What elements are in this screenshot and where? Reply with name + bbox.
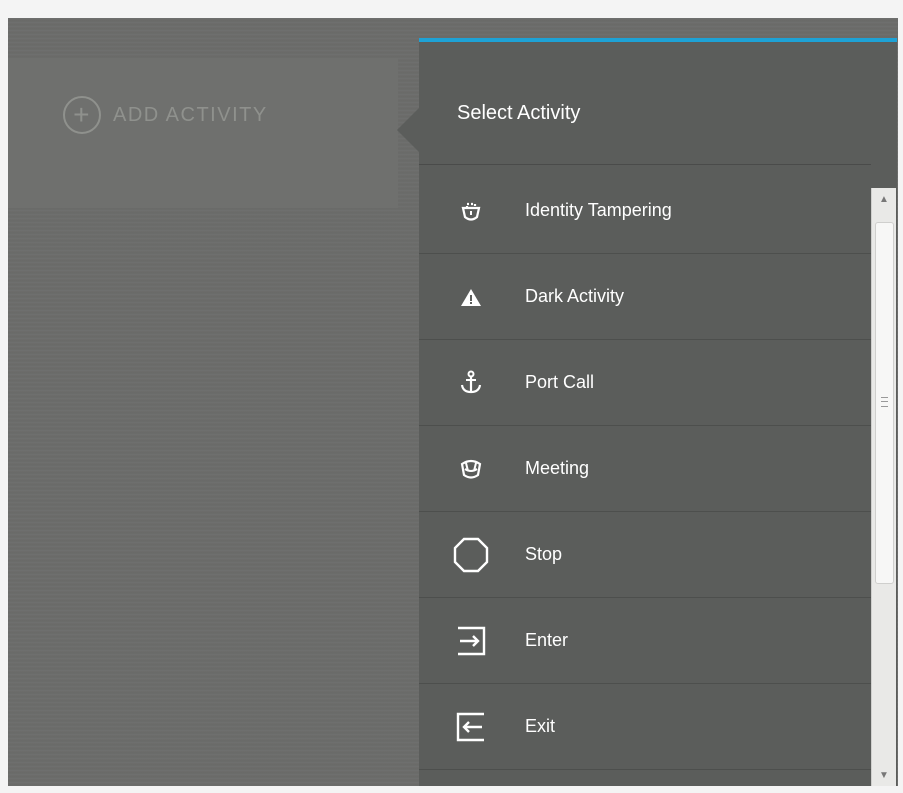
octagon-stop-icon xyxy=(449,533,493,577)
activity-item-port-call[interactable]: Port Call xyxy=(419,340,871,426)
activity-item-dark-activity[interactable]: Dark Activity xyxy=(419,254,871,340)
exit-icon xyxy=(449,705,493,749)
item-label: Meeting xyxy=(525,458,590,478)
scroll-thumb[interactable] xyxy=(875,222,894,584)
item-label: Enter xyxy=(525,630,569,650)
scroll-down-arrow-icon[interactable]: ▼ xyxy=(872,764,896,786)
add-activity-label: ADD ACTIVITY xyxy=(113,103,268,126)
warning-triangle-icon xyxy=(449,275,493,319)
panel-title: Select Activity xyxy=(457,102,581,124)
activity-item-identity-tampering[interactable]: Identity Tampering xyxy=(419,168,871,254)
scroll-up-arrow-icon[interactable]: ▲ xyxy=(872,188,896,210)
panel-caret xyxy=(397,108,419,152)
divider xyxy=(419,164,871,165)
add-activity-button[interactable]: + ADD ACTIVITY xyxy=(63,96,268,134)
grip-icon xyxy=(881,397,888,407)
meeting-icon xyxy=(449,447,493,491)
activity-item-enter[interactable]: Enter xyxy=(419,598,871,684)
item-label: Stop xyxy=(525,544,563,564)
identity-tampering-icon xyxy=(449,189,493,233)
select-activity-panel: Select Activity Identity Tampering Dark … xyxy=(397,38,897,786)
anchor-icon xyxy=(449,361,493,405)
item-label: Identity Tampering xyxy=(525,200,672,220)
item-label: Dark Activity xyxy=(525,286,625,306)
item-label: Port Call xyxy=(525,372,595,392)
activity-item-exit[interactable]: Exit xyxy=(419,684,871,770)
activity-list: Identity Tampering Dark Activity Port Ca… xyxy=(419,168,871,786)
plus-circle-icon: + xyxy=(63,96,101,134)
activity-item-meeting[interactable]: Meeting xyxy=(419,426,871,512)
activity-list-scrollbar[interactable]: ▲ ▼ xyxy=(871,188,896,786)
item-label: Exit xyxy=(525,716,556,736)
panel-accent-bar xyxy=(419,38,897,42)
activity-item-stop[interactable]: Stop xyxy=(419,512,871,598)
app-screen: + ADD ACTIVITY Select Activity Identity … xyxy=(8,18,898,786)
enter-icon xyxy=(449,619,493,663)
